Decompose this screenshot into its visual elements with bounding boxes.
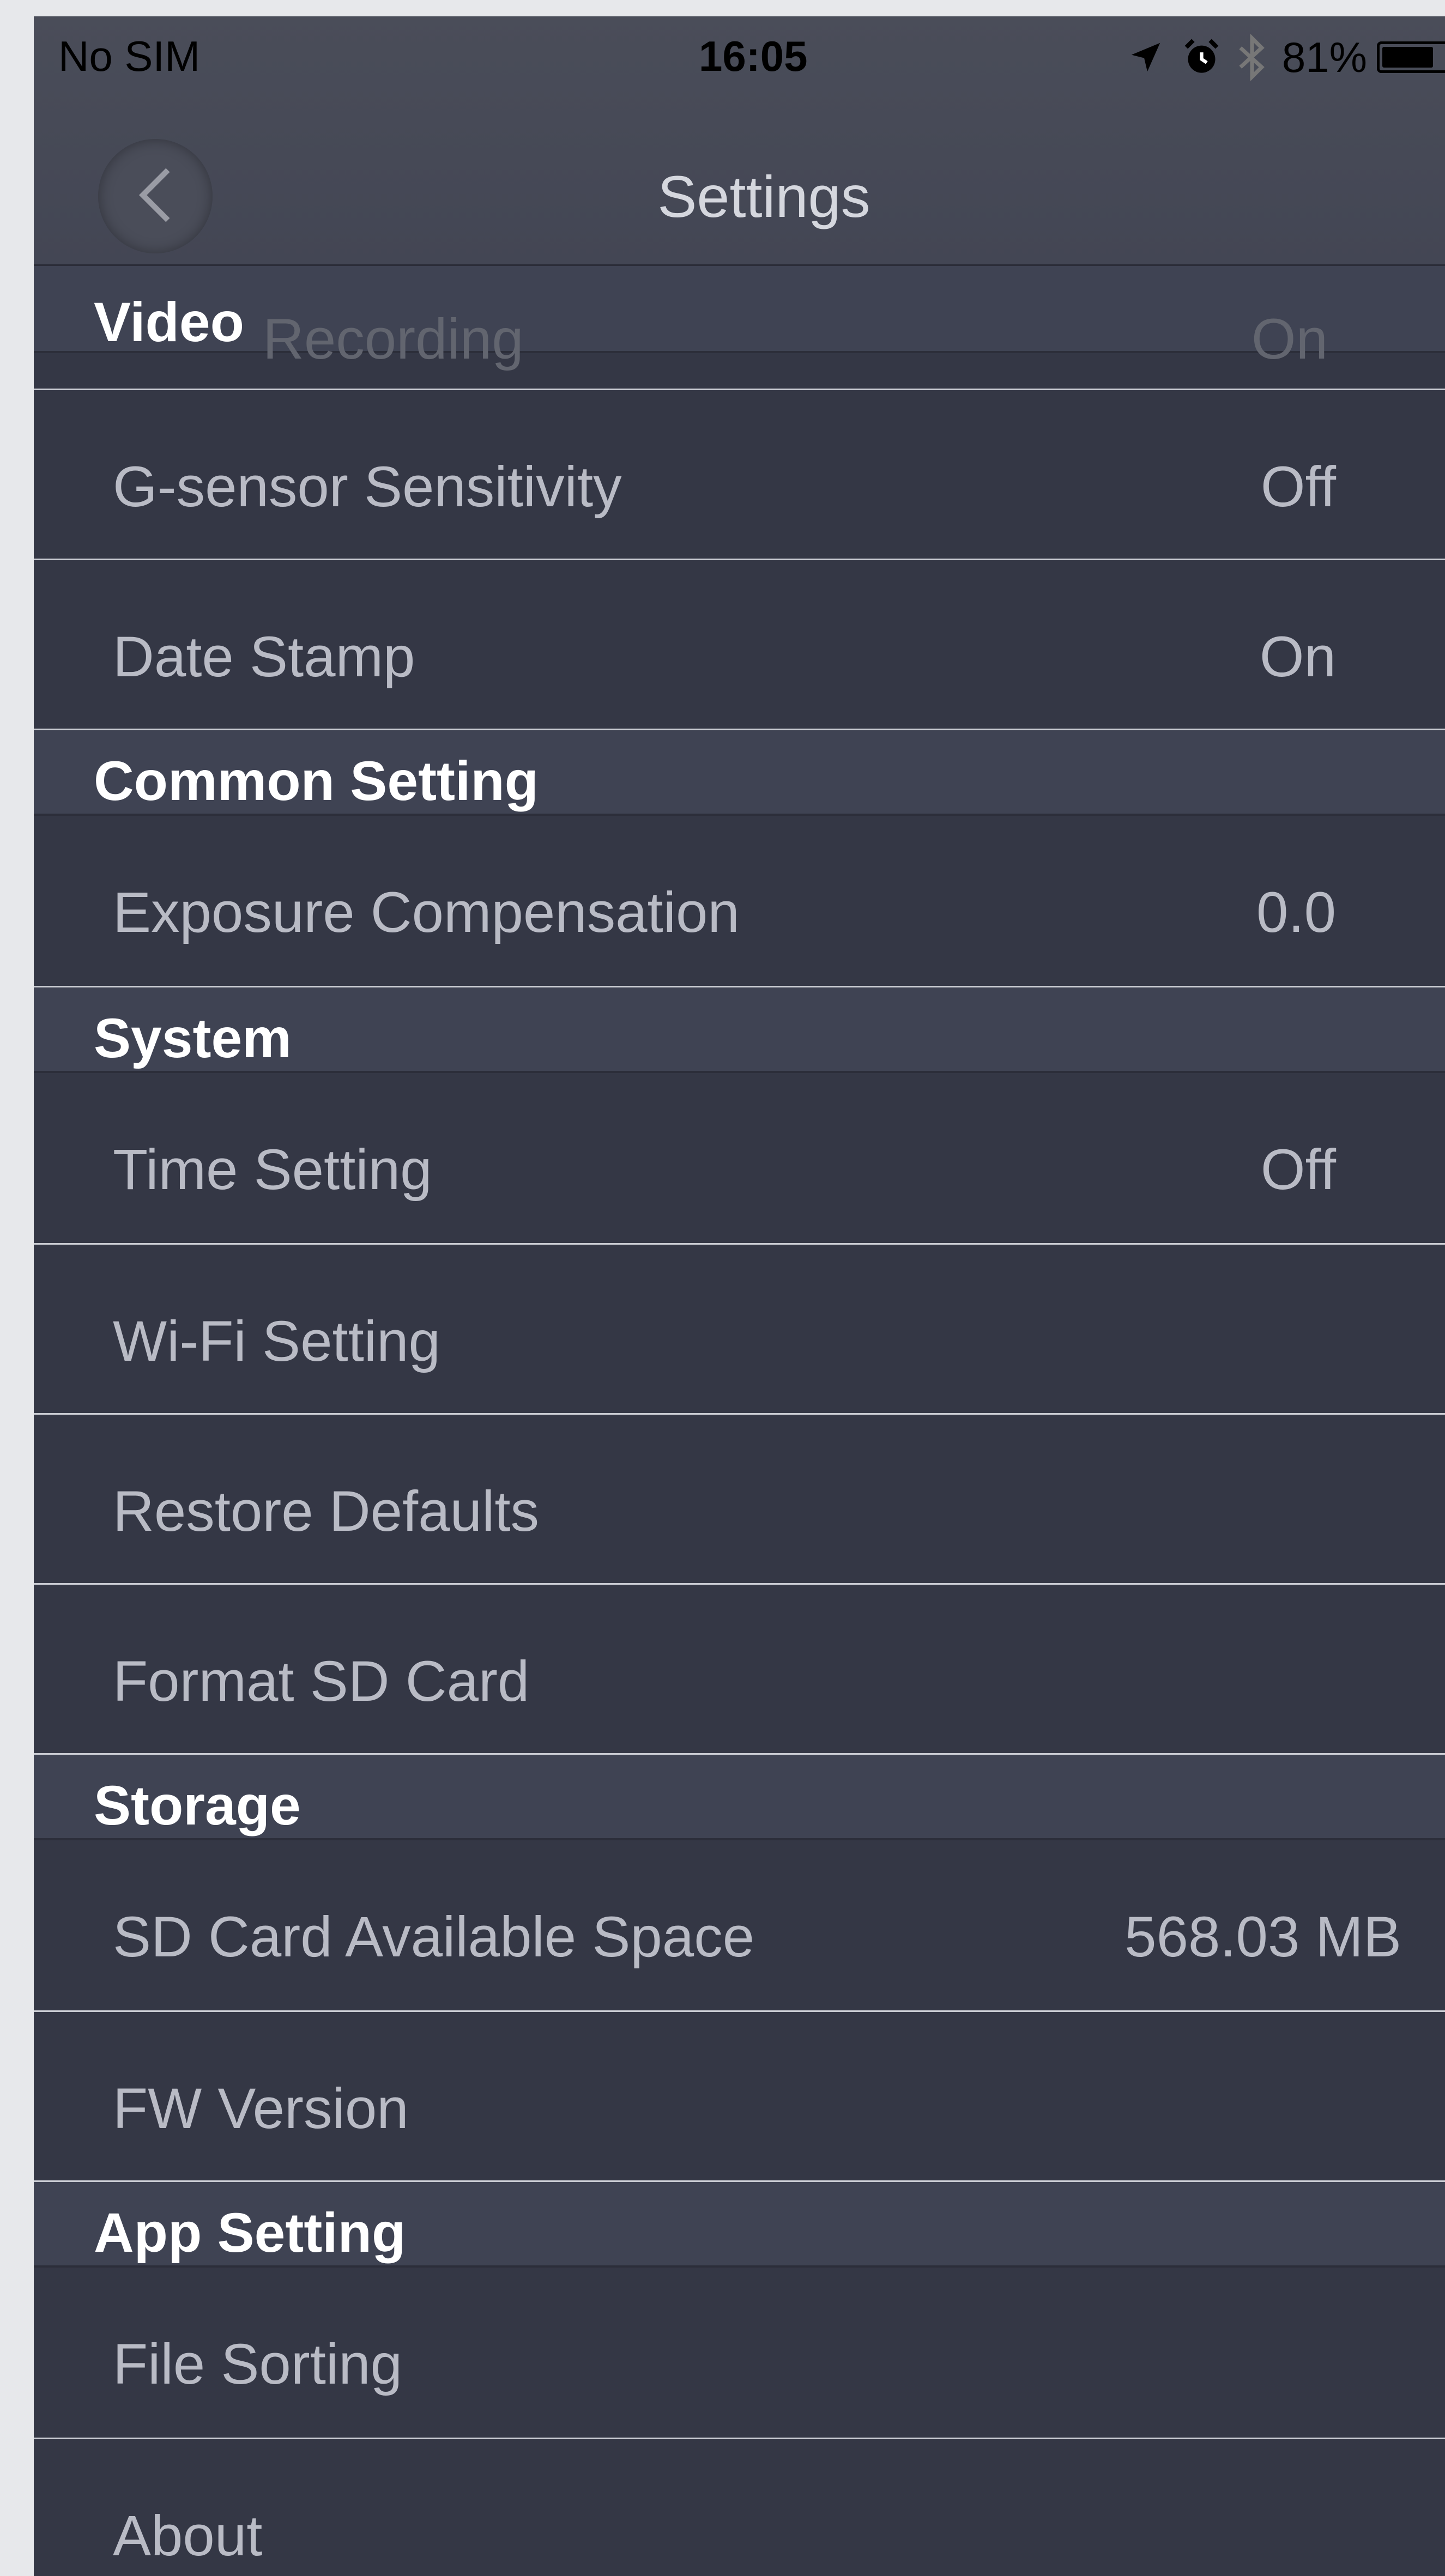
setting-label: Date Stamp <box>113 625 415 689</box>
setting-row-g-sensor-sensitivity[interactable]: G-sensor Sensitivity Off <box>34 389 1445 559</box>
section-title-common-setting: Common Setting <box>94 750 539 812</box>
setting-label: Restore Defaults <box>113 1480 540 1543</box>
section-header-storage: Storage <box>34 1753 1445 1840</box>
location-arrow-icon <box>1127 38 1165 76</box>
section-header-common-setting: Common Setting <box>34 729 1445 816</box>
page-title: Settings <box>657 163 870 229</box>
status-bar: No SIM 16:05 81% <box>34 16 1445 98</box>
section-title-system: System <box>94 1007 292 1069</box>
setting-row-fw-version[interactable]: FW Version <box>34 2010 1445 2180</box>
setting-row-restore-defaults[interactable]: Restore Defaults <box>34 1413 1445 1583</box>
battery-percent: 81% <box>1281 33 1367 81</box>
setting-row-file-sorting[interactable]: File Sorting <box>34 2268 1445 2438</box>
battery-level <box>1382 47 1434 68</box>
status-indicators: 81% <box>1127 33 1445 82</box>
setting-row-sd-card-available-space[interactable]: SD Card Available Space 568.03 MB <box>34 1840 1445 2010</box>
top-bar: No SIM 16:05 81% Settings <box>34 16 1445 266</box>
setting-label: File Sorting <box>113 2332 403 2396</box>
setting-label: Exposure Compensation <box>113 881 740 944</box>
section-header-system: System <box>34 986 1445 1073</box>
setting-label: G-sensor Sensitivity <box>113 455 622 519</box>
setting-value: 568.03 MB <box>1124 1905 1401 1969</box>
clock: 16:05 <box>699 32 808 80</box>
setting-row-exposure-compensation[interactable]: Exposure Compensation 0.0 <box>34 816 1445 986</box>
setting-row-date-stamp[interactable]: Date Stamp On <box>34 559 1445 729</box>
setting-label: Time Setting <box>113 1138 432 1202</box>
setting-label: FW Version <box>113 2077 409 2141</box>
alarm-icon <box>1181 37 1222 78</box>
section-header-app-setting: App Setting <box>34 2180 1445 2268</box>
setting-label: About <box>113 2504 263 2568</box>
setting-row-wifi-setting[interactable]: Wi-Fi Setting <box>34 1243 1445 1413</box>
setting-label: SD Card Available Space <box>113 1905 755 1969</box>
section-header-video: Recording On Video <box>34 266 1445 371</box>
setting-value: 0.0 <box>1256 881 1336 944</box>
setting-row-time-setting[interactable]: Time Setting Off <box>34 1073 1445 1243</box>
setting-label: Wi-Fi Setting <box>113 1310 440 1373</box>
setting-row-about[interactable]: About <box>34 2438 1445 2576</box>
setting-label: Format SD Card <box>113 1650 530 1713</box>
ghost-row-label: Recording <box>263 307 524 371</box>
setting-value: Off <box>1260 455 1336 519</box>
section-title-video: Video <box>94 291 244 353</box>
ghost-row-value: On <box>1251 307 1328 371</box>
setting-value: On <box>1259 625 1336 689</box>
ghost-row-remainder <box>34 353 1445 389</box>
section-title-app-setting: App Setting <box>94 2202 406 2264</box>
bluetooth-icon <box>1236 34 1268 81</box>
carrier-label: No SIM <box>58 32 201 80</box>
settings-screen: No SIM 16:05 81% Settings Recording On V… <box>34 16 1445 2576</box>
battery-icon <box>1377 41 1445 73</box>
settings-list[interactable]: Recording On Video G-sensor Sensitivity … <box>34 266 1445 2576</box>
setting-row-format-sd-card[interactable]: Format SD Card <box>34 1583 1445 1753</box>
section-title-storage: Storage <box>94 1774 301 1836</box>
setting-value: Off <box>1260 1138 1336 1202</box>
